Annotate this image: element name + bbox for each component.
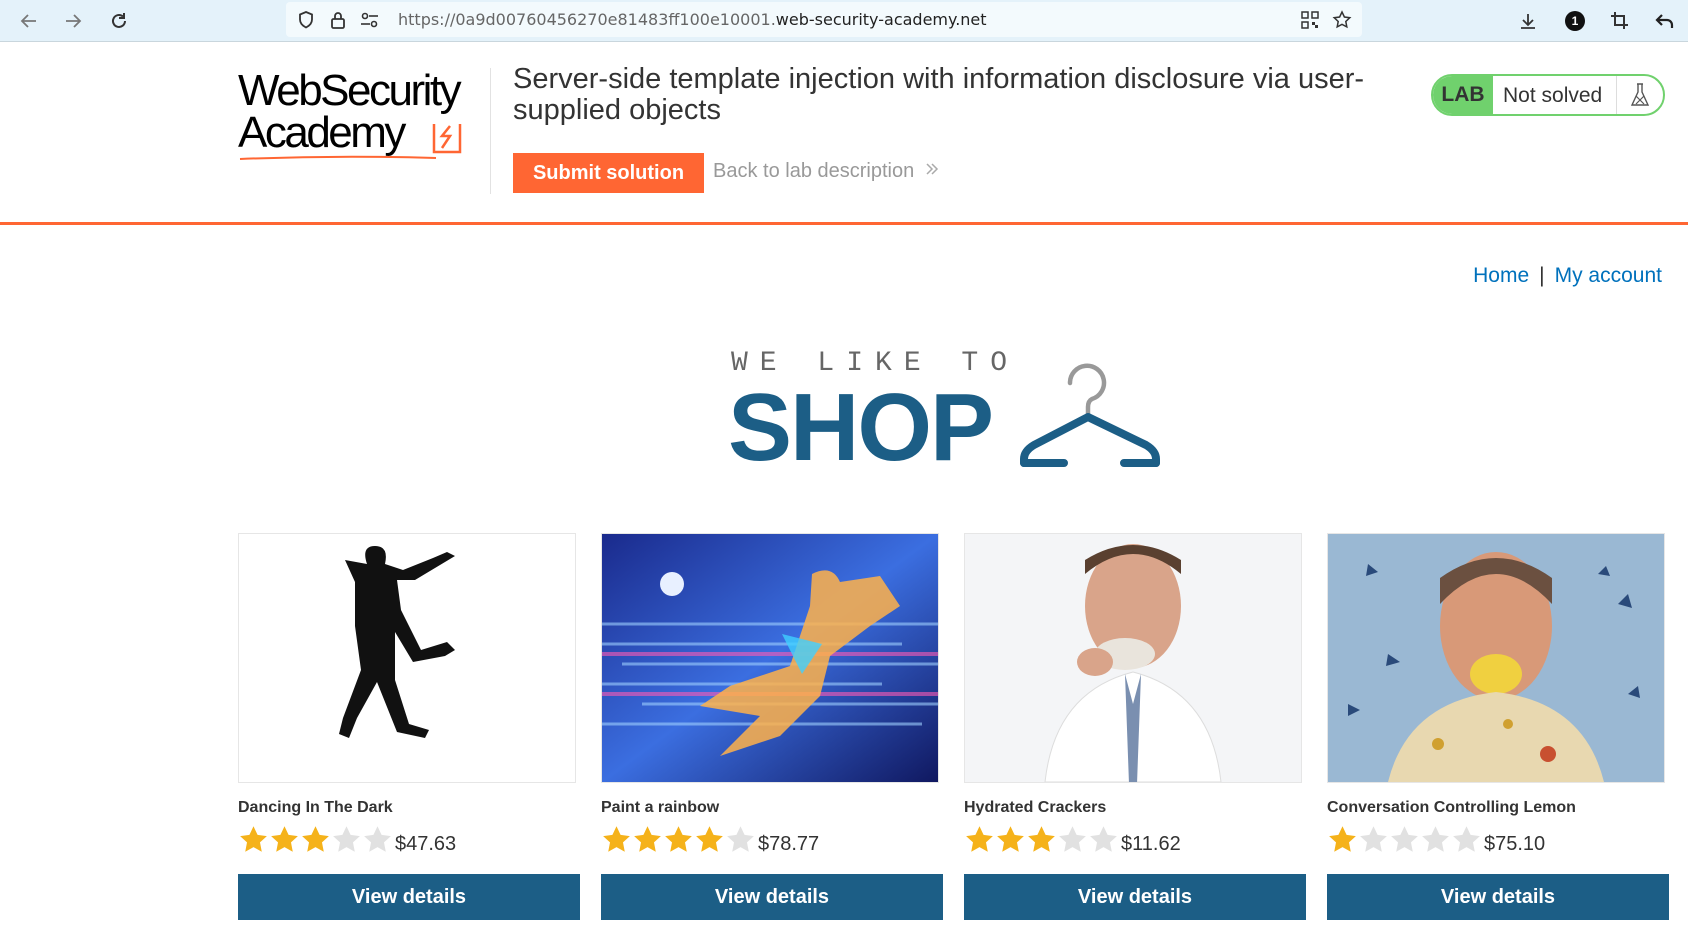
star-filled-icon [1028,826,1055,852]
address-bar[interactable]: https://0a9d00760456270e81483ff100e10001… [286,2,1362,37]
product-price: $75.10 [1484,833,1546,855]
extension-badge-icon[interactable]: 1 [1560,6,1590,36]
lab-title: Server-side template injection with info… [513,63,1365,126]
nav-separator: | [1539,264,1545,287]
star-empty-icon [1090,826,1117,852]
lab-status-widget: LAB Not solved [1431,74,1665,116]
product-price: $47.63 [395,833,457,855]
product-rating [1327,825,1482,855]
banner-shop-title: SHOP [728,374,994,481]
lab-status-text: Not solved [1503,84,1603,107]
crop-icon[interactable] [1605,6,1635,36]
product-image[interactable] [601,533,939,783]
web-security-academy-logo[interactable]: WebSecurity Academy [238,66,488,162]
home-link[interactable]: Home [1473,264,1529,287]
star-empty-icon [727,826,754,852]
browser-toolbar: https://0a9d00760456270e81483ff100e10001… [0,0,1688,42]
submit-solution-button[interactable]: Submit solution [513,153,704,193]
product-name: Hydrated Crackers [964,799,1107,816]
double-chevron-right-icon [924,160,940,183]
hanger-icon [1020,363,1160,467]
product-image[interactable] [238,533,576,783]
product-rating [601,825,756,855]
star-filled-icon [302,826,329,852]
bookmark-star-icon[interactable] [1332,10,1352,30]
undo-arrow-icon[interactable] [1650,6,1680,36]
star-filled-icon [665,826,692,852]
view-details-button[interactable]: View details [601,874,943,920]
product-rating [964,825,1119,855]
product-image[interactable] [964,533,1302,783]
star-empty-icon [1391,826,1418,852]
star-empty-icon [1360,826,1387,852]
star-empty-icon [1059,826,1086,852]
star-filled-icon [603,826,630,852]
shield-icon[interactable] [296,10,316,30]
star-filled-icon [271,826,298,852]
product-name: Dancing In The Dark [238,799,393,816]
product-price: $78.77 [758,833,820,855]
star-empty-icon [333,826,360,852]
url-domain: web-security-academy.net [775,10,987,29]
back-link-label: Back to lab description [713,160,915,182]
reload-icon[interactable] [104,6,134,36]
notification-count: 1 [1565,11,1585,31]
star-empty-icon [1453,826,1480,852]
star-filled-icon [696,826,723,852]
star-filled-icon [966,826,993,852]
site-permissions-icon[interactable] [360,10,380,30]
my-account-link[interactable]: My account [1555,264,1662,287]
back-to-lab-description-link[interactable]: Back to lab description [713,160,940,183]
forward-arrow-icon[interactable] [58,6,88,36]
logo-line2: Academy [238,108,406,157]
qr-code-icon[interactable] [1300,10,1320,30]
product-image[interactable] [1327,533,1665,783]
view-details-button[interactable]: View details [238,874,580,920]
star-empty-icon [364,826,391,852]
view-details-button[interactable]: View details [964,874,1306,920]
star-filled-icon [1329,826,1356,852]
url-prefix: https://0a9d00760456270e81483ff100e10001… [398,10,776,29]
product-name: Paint a rainbow [601,799,720,816]
lab-badge: LAB [1433,76,1493,114]
star-filled-icon [634,826,661,852]
product-name: Conversation Controlling Lemon [1327,799,1576,816]
url-text[interactable]: https://0a9d00760456270e81483ff100e10001… [398,10,987,29]
download-icon[interactable] [1513,6,1543,36]
lock-icon[interactable] [328,10,348,30]
star-empty-icon [1422,826,1449,852]
back-arrow-icon[interactable] [14,6,44,36]
header-divider [490,68,491,194]
flask-icon [1616,76,1663,114]
logo-underline-icon [239,155,437,160]
site-nav: Home | My account [1473,264,1662,288]
star-filled-icon [240,826,267,852]
view-details-button[interactable]: View details [1327,874,1669,920]
star-filled-icon [997,826,1024,852]
product-price: $11.62 [1121,833,1181,855]
product-rating [238,825,393,855]
